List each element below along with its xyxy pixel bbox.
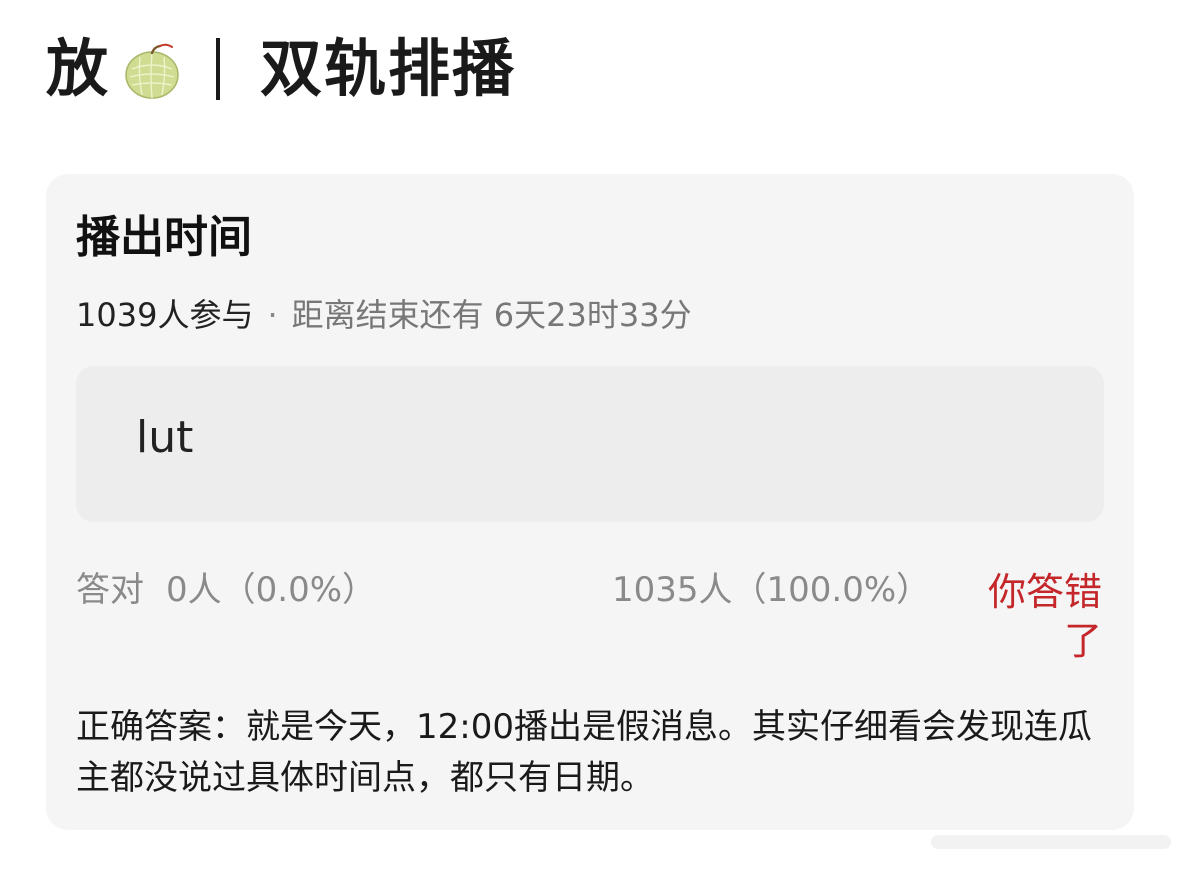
other-value: 1035人（100.0%） xyxy=(612,570,931,610)
title-prefix: 放 xyxy=(46,32,111,105)
other-result: 1035人（100.0%） xyxy=(612,570,930,611)
melon-icon xyxy=(124,43,180,99)
correct-result: 答对 0人（0.0%） xyxy=(76,570,376,611)
poll-card: 播出时间 1039人参与 · 距离结束还有 6天23时33分 lut 答对 0人（… xyxy=(46,174,1134,830)
poll-option[interactable]: lut xyxy=(76,366,1104,522)
participant-count: 1039人参与 xyxy=(76,296,254,334)
wrong-answer-badge: 你答错了 xyxy=(987,570,1102,664)
poll-option-label: lut xyxy=(136,412,194,463)
header: 放 双轨排播 xyxy=(46,24,516,114)
time-remaining: 距离结束还有 6天23时33分 xyxy=(291,296,692,334)
page: 放 双轨排播 播出时间 1039人参与 · 距离结束还有 6天23时33分 lu… xyxy=(0,0,1179,871)
correct-label: 答对 xyxy=(76,570,144,610)
meta-separator: · xyxy=(267,296,278,334)
correct-answer-text: 正确答案：就是今天，12:00播出是假消息。其实仔细看会发现连瓜主都没说过具体时… xyxy=(76,707,1092,798)
page-title: 双轨排播 xyxy=(260,32,517,105)
poll-meta: 1039人参与 · 距离结束还有 6天23时33分 xyxy=(76,296,692,334)
title-divider xyxy=(216,38,221,100)
poll-title: 播出时间 xyxy=(76,212,252,263)
watermark xyxy=(931,827,1171,857)
correct-value: 0人（0.0%） xyxy=(166,570,377,610)
